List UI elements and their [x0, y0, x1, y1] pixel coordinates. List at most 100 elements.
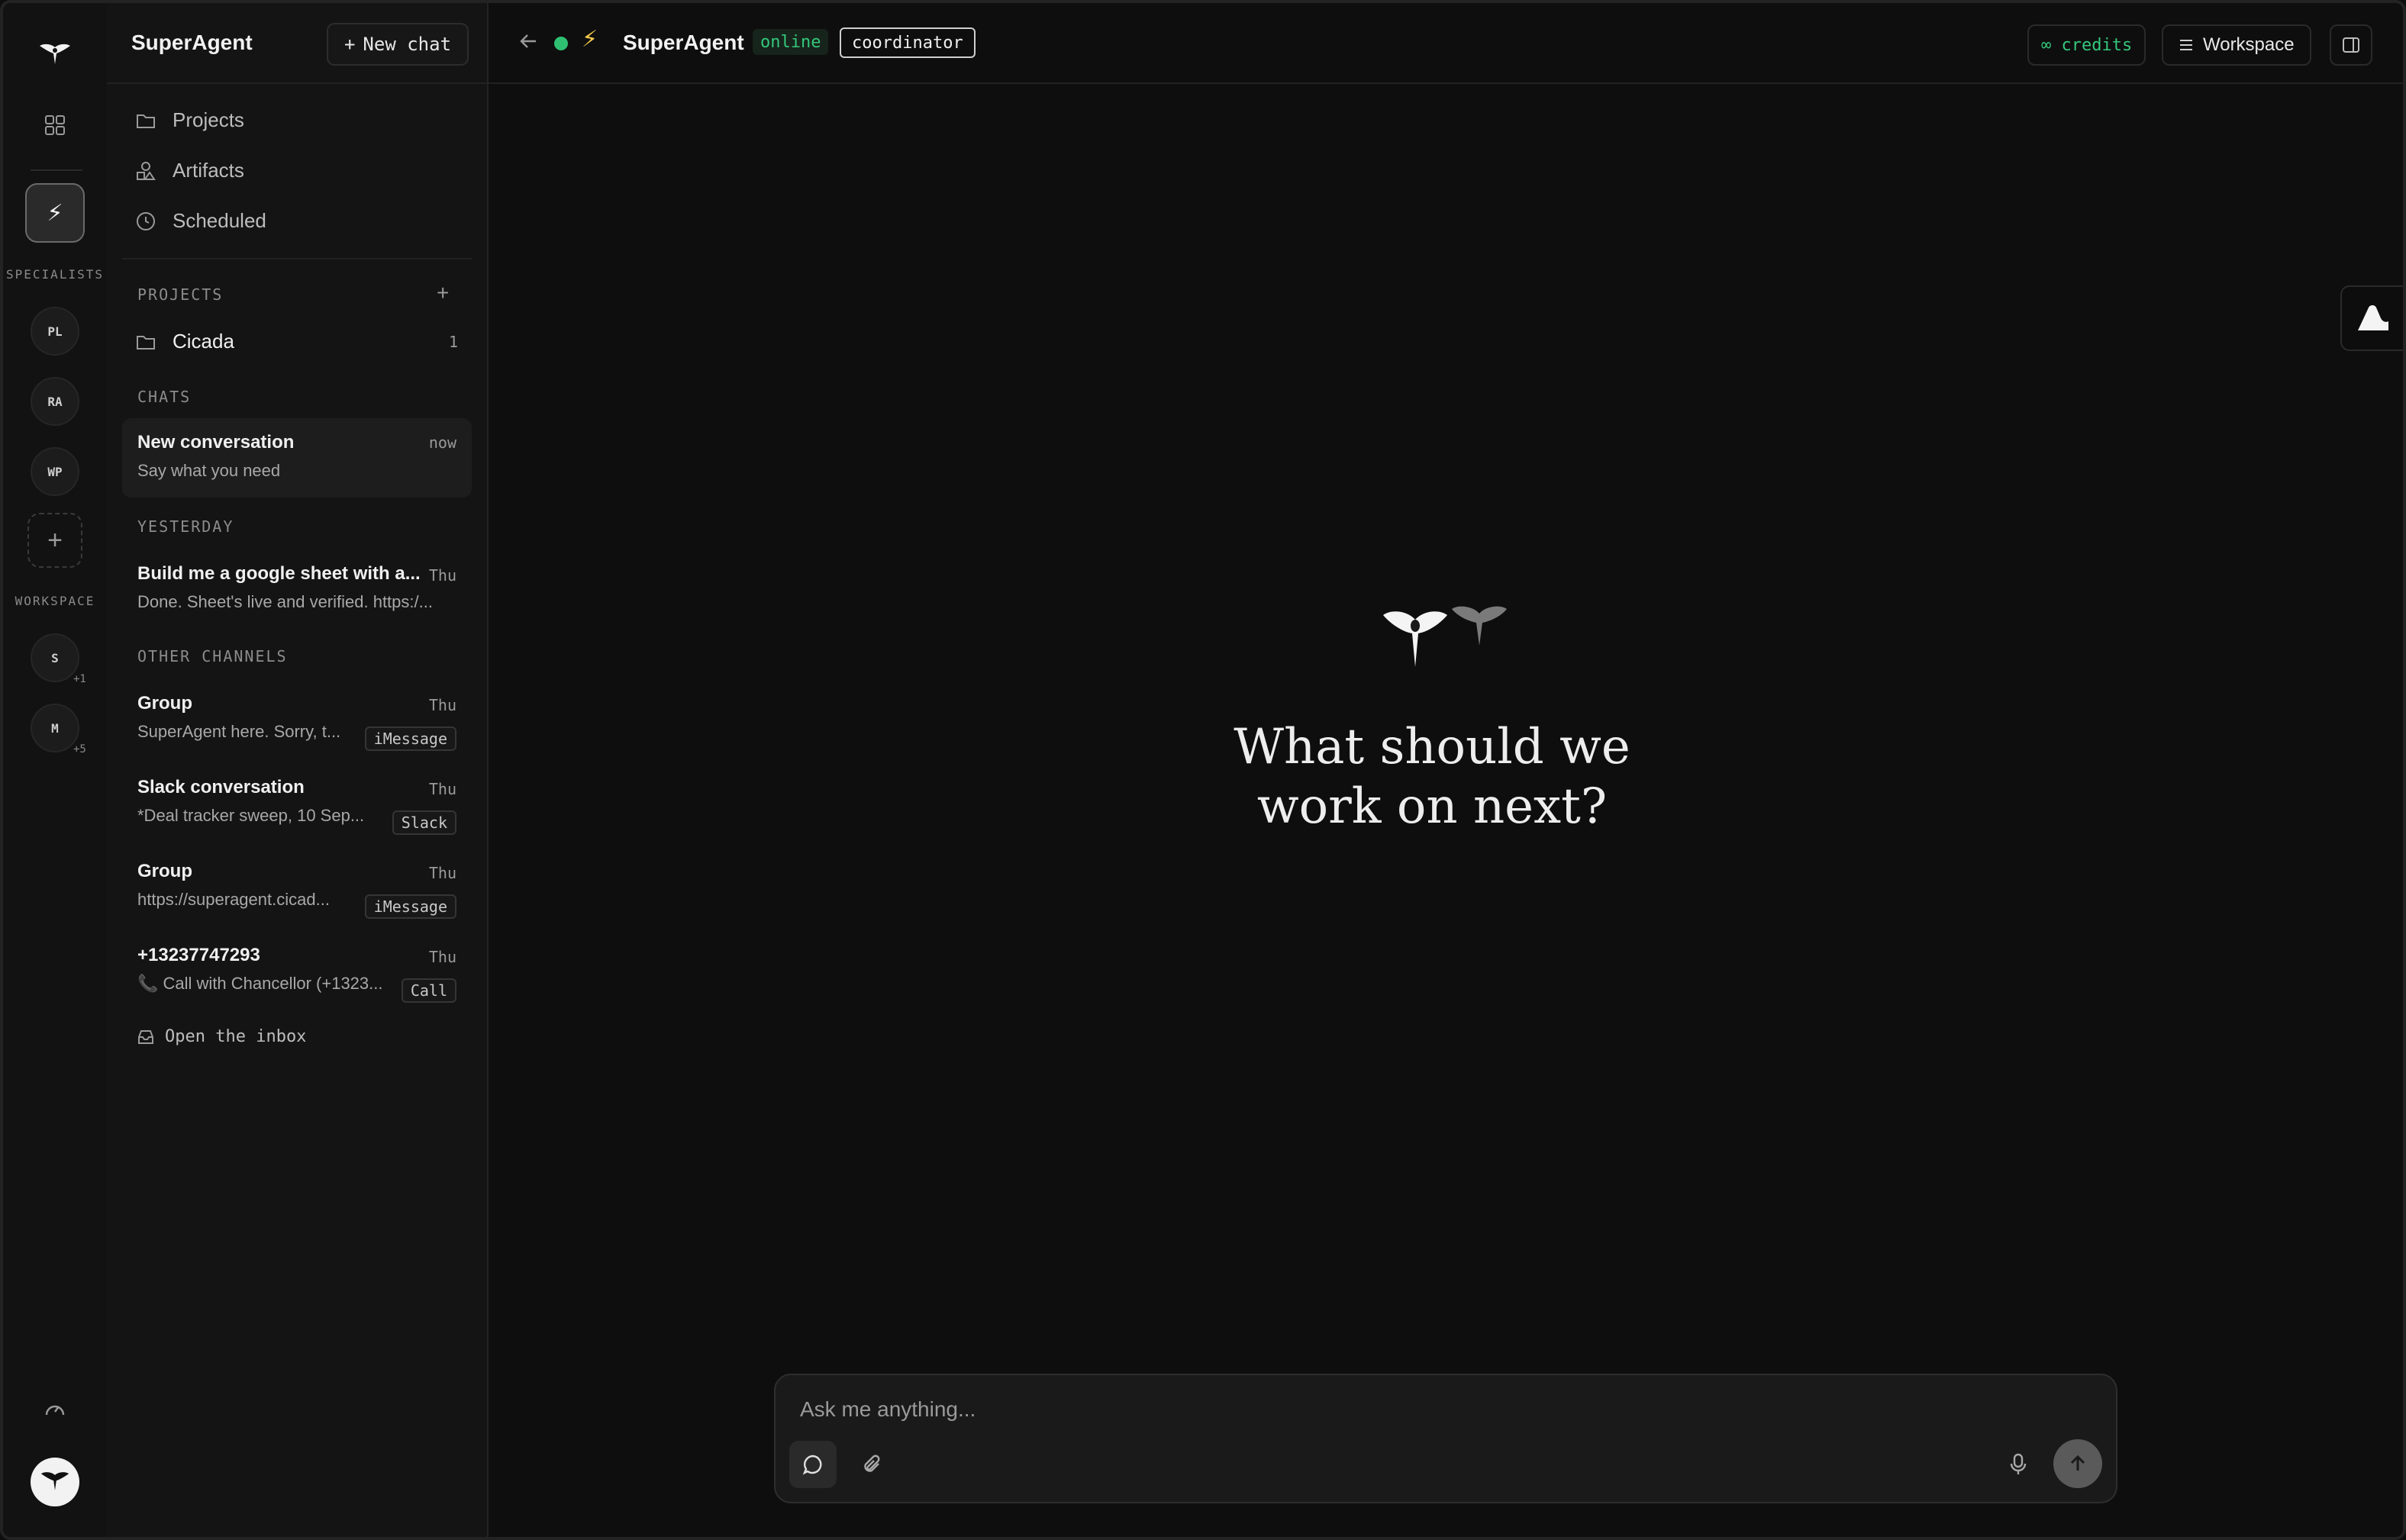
chat-item[interactable]: Build me a google sheet with a... Thu Do… — [122, 563, 472, 617]
channel-item[interactable]: Group Thu https://superagent.cicad... iM… — [122, 861, 472, 919]
chat-title: Group — [137, 861, 192, 881]
chat-bubble-icon — [802, 1455, 822, 1475]
rail-divider — [31, 169, 82, 171]
apps-grid-icon[interactable] — [44, 114, 66, 136]
chat-preview: Done. Sheet's live and verified. https:/… — [137, 592, 433, 611]
app-logo-icon — [2358, 305, 2388, 330]
project-item-cicada[interactable]: Cicada 1 — [136, 330, 458, 353]
yesterday-section-label: YESTERDAY — [137, 517, 234, 536]
toggle-panel-button[interactable] — [2330, 24, 2372, 66]
workspace-avatar-s[interactable]: S — [31, 633, 79, 682]
add-project-button[interactable]: + — [437, 281, 449, 305]
speedometer-icon[interactable] — [44, 1398, 66, 1421]
open-inbox-label: Open the inbox — [165, 1027, 307, 1046]
chat-time: Thu — [428, 864, 456, 882]
credits-button[interactable]: ∞ credits — [2027, 24, 2146, 66]
cicada-logo-icon[interactable] — [38, 43, 72, 67]
chat-title: Build me a google sheet with a... — [137, 563, 421, 584]
plus-icon: + — [343, 34, 356, 55]
icon-rail: ⚡ SPECIALISTS PL RA WP + WORKSPACE S +1 … — [3, 3, 108, 1537]
new-chat-label: New chat — [363, 34, 452, 55]
chat-mode-button[interactable] — [789, 1441, 837, 1488]
hero-headline: What should we work on next? — [1050, 717, 1814, 836]
workspace-label: WORKSPACE — [15, 594, 95, 608]
online-status-dot — [554, 37, 568, 50]
channel-tag-imessage: iMessage — [364, 727, 456, 751]
chat-time: Thu — [428, 780, 456, 798]
workspace-avatar-m[interactable]: M — [31, 704, 79, 752]
cicada-hero-logo — [1383, 603, 1513, 675]
send-button[interactable] — [2053, 1439, 2102, 1488]
attach-button[interactable] — [849, 1441, 896, 1488]
status-badge: online — [753, 29, 829, 55]
sidebar-title: SuperAgent — [131, 31, 253, 54]
specialist-avatar-ra[interactable]: RA — [31, 377, 79, 426]
app-window: ⚡ SPECIALISTS PL RA WP + WORKSPACE S +1 … — [0, 0, 2406, 1540]
inbox-icon — [138, 1029, 153, 1044]
user-avatar[interactable] — [31, 1458, 79, 1506]
channel-item[interactable]: Group Thu SuperAgent here. Sorry, t... i… — [122, 693, 472, 751]
chats-section-label: CHATS — [137, 388, 192, 406]
chat-title: New conversation — [137, 432, 295, 453]
sidebar-header: SuperAgent + New chat — [107, 3, 487, 84]
sidebar-item-label: Scheduled — [173, 209, 266, 232]
hero-line-1: What should we — [1234, 719, 1630, 775]
chat-preview: https://superagent.cicad... — [137, 890, 330, 909]
sidebar-item-artifacts[interactable]: Artifacts — [136, 159, 244, 182]
chat-time: Thu — [428, 696, 456, 714]
cicada-icon-grey — [1452, 606, 1507, 646]
superagent-bolt-button[interactable]: ⚡ — [25, 183, 85, 243]
specialist-avatar-wp[interactable]: WP — [31, 447, 79, 496]
new-chat-button[interactable]: + New chat — [327, 23, 469, 66]
chat-preview: 📞 Call with Chancellor (+1323... — [137, 974, 383, 993]
message-input[interactable] — [798, 1393, 1946, 1426]
cicada-icon-white — [1383, 611, 1447, 667]
microphone-icon — [2010, 1453, 2027, 1474]
conversation-sidebar: SuperAgent + New chat Projects Artifacts… — [107, 3, 489, 1537]
paperclip-icon — [864, 1455, 880, 1472]
workspace-button[interactable]: Workspace — [2162, 24, 2311, 66]
channel-tag-slack: Slack — [392, 810, 456, 835]
agent-title: SuperAgent — [623, 31, 744, 54]
chat-title: Group — [137, 693, 192, 714]
channel-tag-call: Call — [401, 978, 456, 1003]
chat-preview: SuperAgent here. Sorry, t... — [137, 722, 341, 741]
sidebar-item-scheduled[interactable]: Scheduled — [136, 209, 266, 233]
shapes-icon — [137, 161, 156, 180]
folder-icon — [137, 114, 155, 128]
arrow-up-icon — [2070, 1455, 2085, 1471]
back-arrow-icon[interactable] — [519, 32, 539, 54]
workspace-extra-count: +1 — [73, 673, 86, 685]
folder-icon — [137, 335, 155, 350]
workspace-label: Workspace — [2203, 34, 2295, 55]
chat-title: Slack conversation — [137, 777, 305, 797]
sidebar-item-label: Projects — [173, 108, 244, 131]
chat-preview: *Deal tracker sweep, 10 Sep... — [137, 806, 365, 825]
chat-title: +13237747293 — [137, 945, 260, 965]
open-inbox-link[interactable]: Open the inbox — [137, 1027, 306, 1046]
message-composer — [774, 1374, 2117, 1503]
sidebar-divider — [122, 258, 472, 259]
sidebar-item-projects[interactable]: Projects — [136, 108, 244, 132]
bolt-icon: ⚡ — [582, 27, 598, 52]
bolt-icon: ⚡ — [47, 200, 63, 226]
chat-preview: Say what you need — [137, 461, 281, 480]
chat-time: now — [428, 433, 456, 452]
chat-item-active[interactable]: New conversation now Say what you need — [122, 418, 472, 498]
microphone-button[interactable] — [1995, 1441, 2041, 1488]
add-specialist-button[interactable]: + — [27, 513, 82, 568]
channel-item[interactable]: +13237747293 Thu 📞 Call with Chancellor … — [122, 945, 472, 1003]
channel-item[interactable]: Slack conversation Thu *Deal tracker swe… — [122, 777, 472, 835]
chat-topbar: ⚡ SuperAgent online coordinator ∞ credit… — [489, 3, 2403, 84]
project-name: Cicada — [173, 330, 234, 353]
sidebar-toggle-icon — [2343, 37, 2359, 53]
projects-section-label: PROJECTS — [137, 285, 224, 304]
hero-line-2: work on next? — [1256, 778, 1608, 835]
workspace-extra-count: +5 — [73, 743, 86, 756]
channel-tag-imessage: iMessage — [364, 894, 456, 919]
project-count: 1 — [448, 332, 458, 351]
role-badge: coordinator — [840, 27, 976, 58]
floating-app-button[interactable] — [2340, 285, 2403, 351]
specialist-avatar-pl[interactable]: PL — [31, 307, 79, 356]
chat-time: Thu — [428, 566, 456, 585]
